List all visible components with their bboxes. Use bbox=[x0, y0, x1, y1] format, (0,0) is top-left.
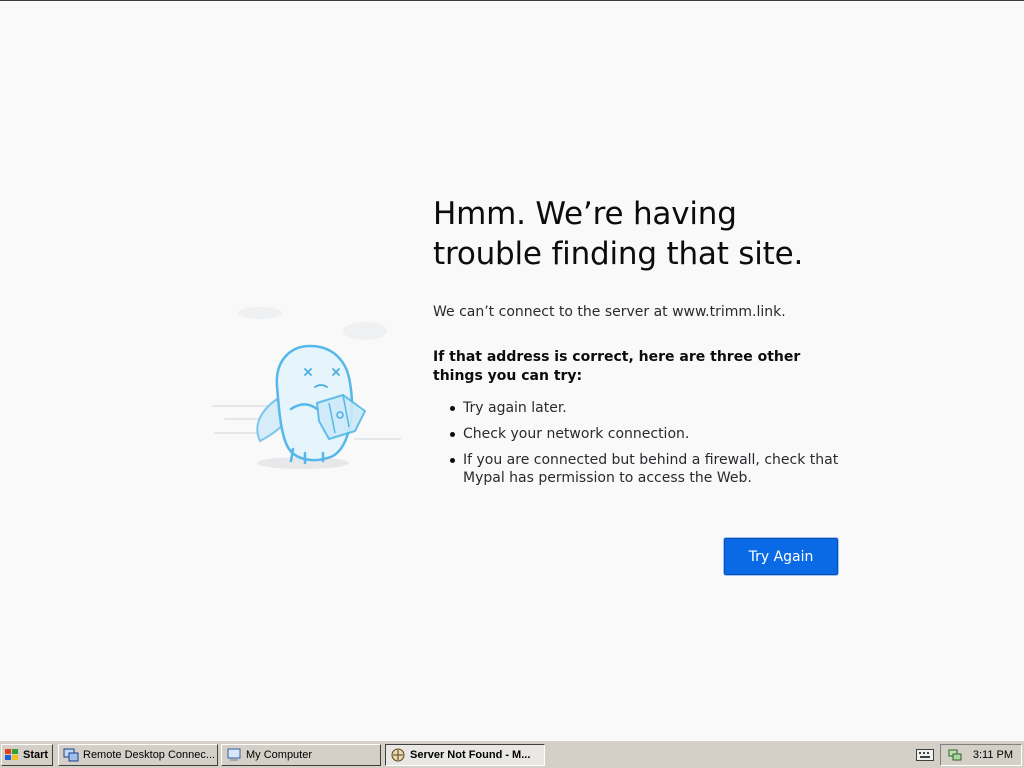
sad-monster-illustration-icon bbox=[212, 307, 401, 469]
start-label: Start bbox=[23, 749, 49, 761]
windows-logo-icon bbox=[5, 749, 18, 760]
task-my-computer[interactable]: My Computer bbox=[221, 744, 381, 766]
error-description: We can’t connect to the server at www.tr… bbox=[433, 304, 786, 320]
task-remote-desktop[interactable]: Remote Desktop Connec... bbox=[58, 744, 218, 766]
system-tray: 3:11 PM bbox=[940, 744, 1022, 766]
task-label: Server Not Found - M... bbox=[410, 749, 531, 761]
clock[interactable]: 3:11 PM bbox=[973, 749, 1013, 761]
tip-item: If you are connected but behind a firewa… bbox=[450, 451, 843, 487]
start-button[interactable]: Start bbox=[1, 744, 53, 766]
mypal-browser-icon bbox=[391, 748, 405, 762]
tip-item: Try again later. bbox=[450, 399, 843, 417]
task-mypal-browser[interactable]: Server Not Found - M... bbox=[385, 744, 545, 766]
my-computer-icon bbox=[227, 748, 241, 761]
tips-heading: If that address is correct, here are thr… bbox=[433, 349, 801, 384]
tip-item: Check your network connection. bbox=[450, 425, 843, 443]
try-again-button[interactable]: Try Again bbox=[724, 538, 838, 575]
browser-page: Hmm. We’re having trouble finding that s… bbox=[0, 1, 1024, 740]
task-label: Remote Desktop Connec... bbox=[83, 749, 216, 761]
tips-list: Try again later. Check your network conn… bbox=[433, 399, 843, 487]
task-label: My Computer bbox=[246, 749, 313, 761]
error-content: Hmm. We’re having trouble finding that s… bbox=[433, 194, 843, 495]
network-icon[interactable] bbox=[947, 747, 963, 763]
error-title: Hmm. We’re having trouble finding that s… bbox=[433, 196, 804, 272]
remote-desktop-icon bbox=[63, 748, 79, 762]
keyboard-icon[interactable] bbox=[916, 749, 934, 761]
taskbar: Start Remote Desktop Connec... My Comput… bbox=[0, 740, 1024, 768]
